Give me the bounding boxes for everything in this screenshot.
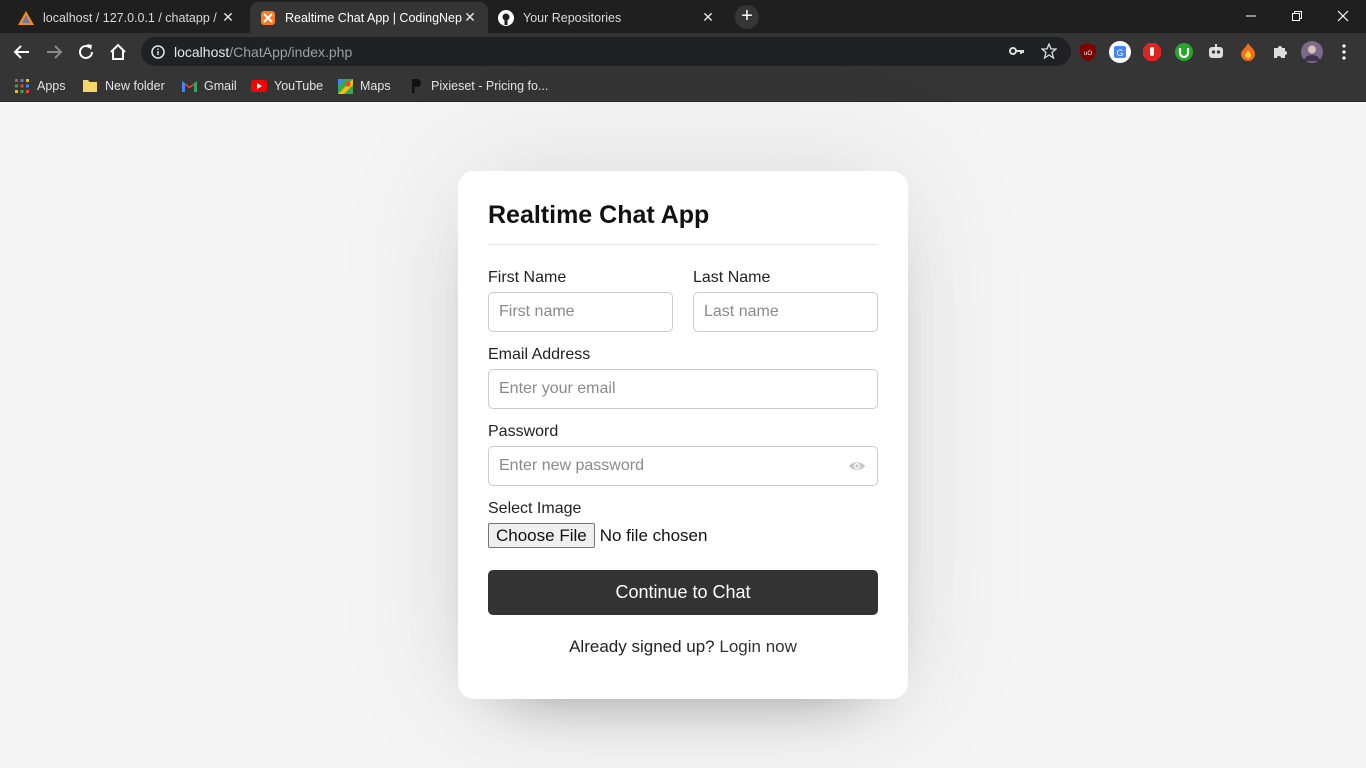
choose-file-button[interactable]: Choose File: [488, 523, 595, 548]
image-label: Select Image: [488, 500, 582, 517]
tab-repositories[interactable]: Your Repositories ✕: [488, 2, 726, 33]
bookmark-pixieset[interactable]: Pixieset - Pricing fo...: [408, 76, 548, 96]
address-url: localhost/ChatApp/index.php: [174, 44, 352, 60]
bookmark-label: YouTube: [274, 79, 324, 93]
email-label: Email Address: [488, 346, 591, 363]
first-name-label: First Name: [488, 269, 567, 286]
tab-title: Realtime Chat App | CodingNepal: [285, 10, 462, 25]
signup-card: Realtime Chat App First Name Last Name E…: [458, 171, 908, 699]
maps-icon: [337, 78, 353, 94]
puzzle-extensions-icon[interactable]: [1269, 41, 1291, 63]
bookmark-gmail[interactable]: Gmail: [181, 76, 237, 96]
password-input[interactable]: [488, 446, 878, 486]
close-icon[interactable]: ✕: [700, 9, 716, 26]
fire-extension-icon[interactable]: [1237, 41, 1259, 63]
new-tab-button[interactable]: +: [735, 5, 759, 29]
login-now-link[interactable]: Login now: [719, 637, 797, 656]
restore-icon: [1292, 11, 1302, 21]
login-prompt-text: Already signed up?: [569, 637, 715, 656]
password-label: Password: [488, 423, 559, 440]
close-icon[interactable]: ✕: [462, 9, 478, 26]
first-name-group: First Name: [488, 269, 673, 332]
utorrent-icon[interactable]: [1173, 41, 1195, 63]
pixieset-icon: [408, 78, 424, 94]
tab-phpmyadmin[interactable]: localhost / 127.0.0.1 / chatapp / u ✕: [8, 2, 246, 33]
menu-dots-icon[interactable]: [1333, 41, 1355, 63]
minimize-icon: [1246, 15, 1256, 17]
bookmark-new-folder[interactable]: New folder: [82, 76, 165, 96]
continue-to-chat-button[interactable]: Continue to Chat: [488, 570, 878, 615]
email-group: Email Address: [488, 346, 878, 409]
tab-title: localhost / 127.0.0.1 / chatapp / u: [43, 10, 220, 25]
bookmark-label: Gmail: [204, 79, 237, 93]
address-path: /ChatApp/index.php: [229, 43, 353, 60]
eye-icon[interactable]: [848, 458, 866, 474]
page-viewport: Realtime Chat App First Name Last Name E…: [0, 103, 1366, 768]
bookmark-label: Apps: [37, 79, 66, 93]
svg-text:G: G: [1116, 48, 1123, 58]
tab-title: Your Repositories: [523, 10, 622, 25]
login-prompt: Already signed up? Login now: [488, 637, 878, 657]
arrow-right-icon: [47, 45, 63, 59]
youtube-icon: [251, 78, 267, 94]
password-group: Password: [488, 423, 878, 486]
bookmark-label: Pixieset - Pricing fo...: [431, 79, 549, 93]
file-picker: Choose File No file chosen: [488, 523, 878, 548]
bookmark-label: New folder: [105, 79, 165, 93]
info-icon[interactable]: [151, 44, 165, 59]
last-name-label: Last Name: [693, 269, 771, 286]
browser-toolbar: localhost/ChatApp/index.php uO G: [0, 33, 1366, 70]
robot-extension-icon[interactable]: [1205, 41, 1227, 63]
google-translate-icon[interactable]: G: [1109, 41, 1131, 63]
page-title: Realtime Chat App: [488, 201, 878, 245]
home-icon: [110, 43, 126, 60]
phpmyadmin-icon: [18, 10, 34, 26]
address-host: localhost: [174, 43, 230, 60]
back-button[interactable]: [7, 37, 37, 67]
image-group: Select Image Choose File No file chosen: [488, 500, 878, 548]
last-name-group: Last Name: [693, 269, 878, 332]
arrow-left-icon: [13, 45, 29, 59]
gmail-icon: [181, 78, 197, 94]
bookmark-youtube[interactable]: YouTube: [251, 76, 323, 96]
email-input[interactable]: [488, 369, 878, 409]
bookmarks-bar: Apps New folder Gmail YouTube Maps Pixie…: [0, 70, 1366, 102]
bookmark-maps[interactable]: Maps: [337, 76, 391, 96]
close-window-button[interactable]: [1320, 0, 1366, 32]
reload-button[interactable]: [71, 37, 101, 67]
github-icon: [498, 9, 514, 26]
bookmark-apps[interactable]: Apps: [14, 76, 66, 96]
key-icon[interactable]: [1009, 44, 1025, 63]
tab-strip: localhost / 127.0.0.1 / chatapp / u ✕ Re…: [0, 0, 1366, 33]
tab-realtime-chat[interactable]: Realtime Chat App | CodingNepal ✕: [250, 2, 488, 33]
close-icon: [1337, 10, 1349, 22]
name-row: First Name Last Name: [488, 269, 878, 332]
last-name-input[interactable]: [693, 292, 878, 332]
password-wrapper: [488, 446, 878, 486]
xampp-icon: [260, 10, 276, 26]
close-icon[interactable]: ✕: [220, 9, 236, 26]
reload-icon: [79, 44, 93, 59]
folder-icon: [82, 78, 98, 94]
star-icon[interactable]: [1040, 42, 1058, 64]
forward-button[interactable]: [39, 37, 69, 67]
minimize-button[interactable]: [1228, 0, 1274, 32]
home-button[interactable]: [103, 37, 133, 67]
address-bar[interactable]: localhost/ChatApp/index.php: [141, 37, 1071, 66]
stop-hand-icon[interactable]: [1141, 41, 1163, 63]
avatar[interactable]: [1301, 41, 1323, 63]
bookmark-label: Maps: [360, 79, 391, 93]
restore-button[interactable]: [1274, 0, 1320, 32]
first-name-input[interactable]: [488, 292, 673, 332]
apps-grid-icon: [14, 78, 30, 94]
no-file-text: No file chosen: [599, 525, 708, 545]
svg-text:uO: uO: [1084, 51, 1092, 57]
ublock-icon[interactable]: uO: [1077, 41, 1099, 63]
